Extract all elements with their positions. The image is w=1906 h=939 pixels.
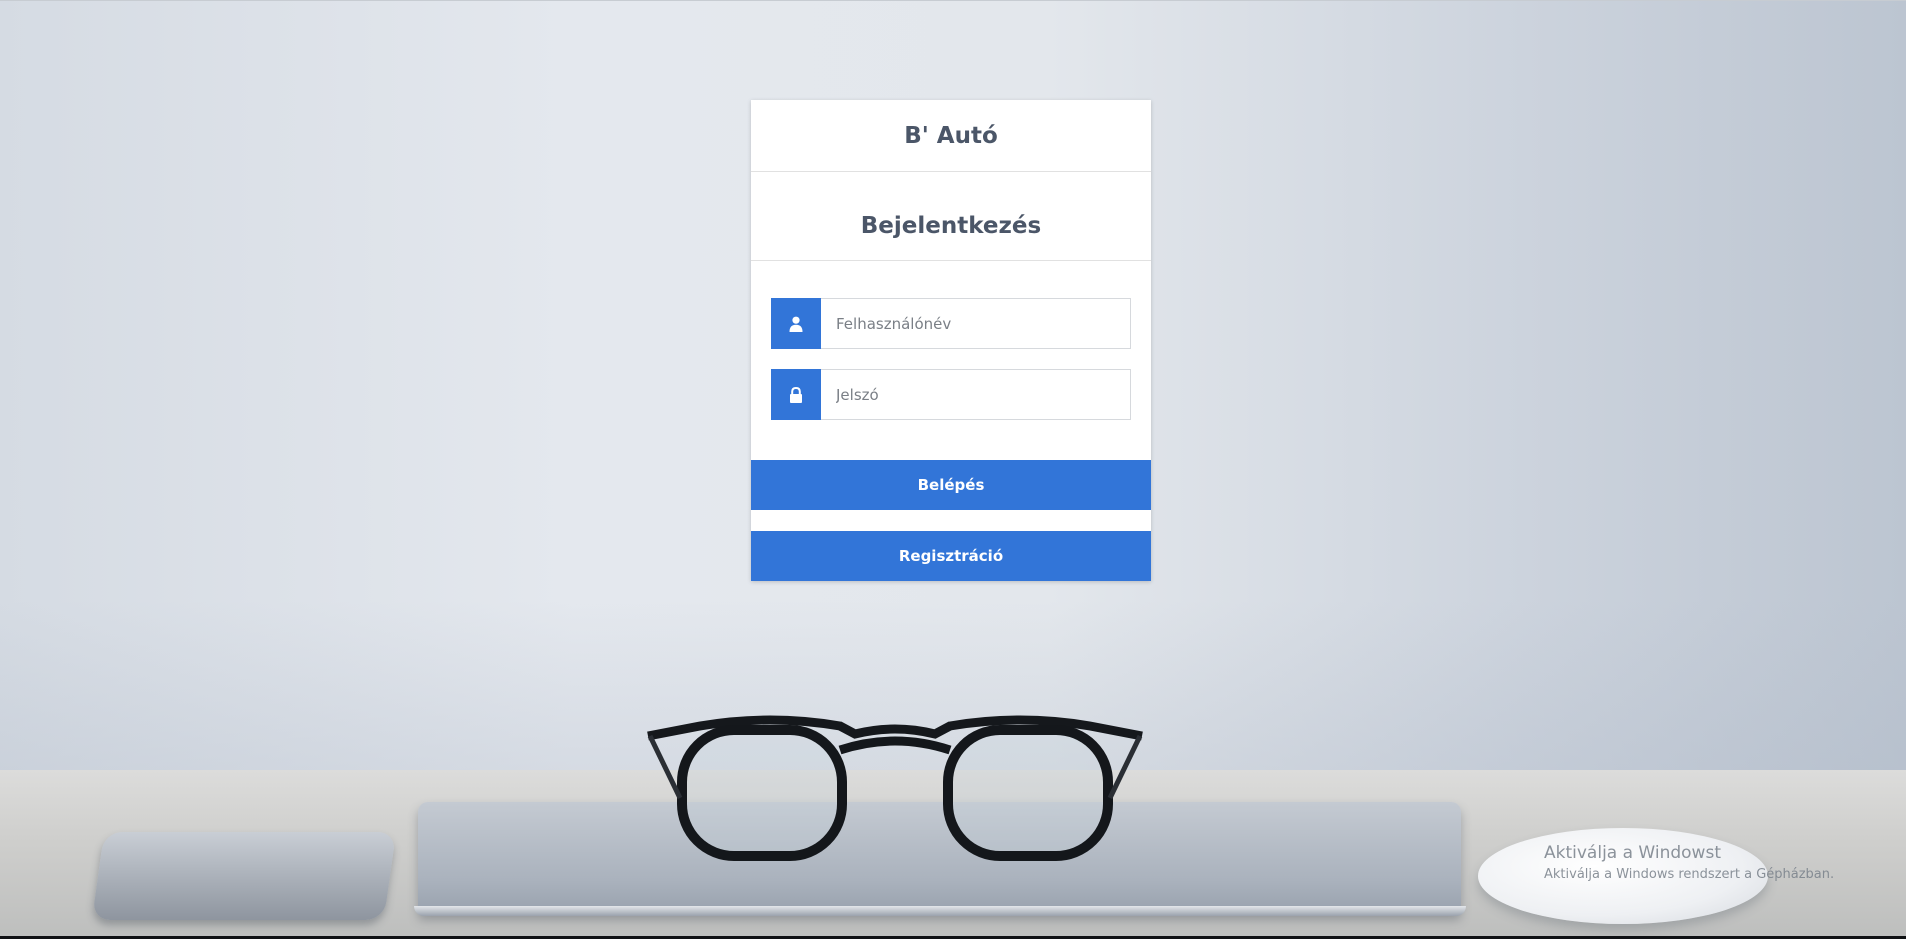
background-glasses-image — [647, 715, 1143, 861]
password-input[interactable] — [821, 369, 1131, 420]
login-form — [751, 261, 1151, 460]
username-row — [771, 298, 1131, 349]
brand-title: B' Autó — [751, 100, 1151, 172]
password-row — [771, 369, 1131, 420]
login-card: B' Autó Bejelentkezés Felhasználónév Bel… — [751, 100, 1151, 581]
windows-activation-watermark: Aktiválja a Windowst Aktiválja a Windows… — [1544, 843, 1834, 882]
top-border — [0, 0, 1906, 1]
button-spacer — [751, 510, 1151, 531]
user-icon — [771, 298, 821, 349]
background-laptop-edge — [414, 906, 1466, 916]
login-page: B' Autó Bejelentkezés Felhasználónév Bel… — [0, 0, 1906, 939]
username-input[interactable] — [821, 298, 1131, 349]
lock-icon — [771, 369, 821, 420]
login-button[interactable]: Belépés — [751, 460, 1151, 510]
register-button[interactable]: Regisztráció — [751, 531, 1151, 581]
login-title: Bejelentkezés — [751, 172, 1151, 261]
watermark-title: Aktiválja a Windowst — [1544, 843, 1721, 863]
watermark-subtitle: Aktiválja a Windows rendszert a Gépházba… — [1544, 867, 1835, 882]
background-phone-image — [91, 832, 397, 920]
